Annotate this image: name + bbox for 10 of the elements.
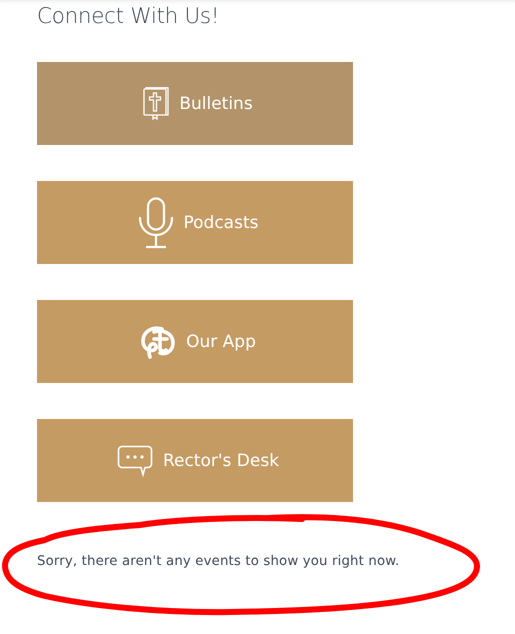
link-button[interactable]: Bulletins <box>37 62 353 145</box>
link-button[interactable]: Podcasts <box>37 181 353 264</box>
chat-bubble-icon <box>116 444 153 476</box>
link-button[interactable]: Our App <box>37 300 353 383</box>
app-logo-icon <box>140 324 176 358</box>
section-heading: Connect With Us! <box>37 4 220 29</box>
empty-events-message: Sorry, there aren't any events to show you right now. <box>37 554 400 569</box>
microphone-icon <box>138 196 174 248</box>
bible-icon <box>143 86 170 120</box>
link-button[interactable]: Rector's Desk <box>37 419 353 502</box>
